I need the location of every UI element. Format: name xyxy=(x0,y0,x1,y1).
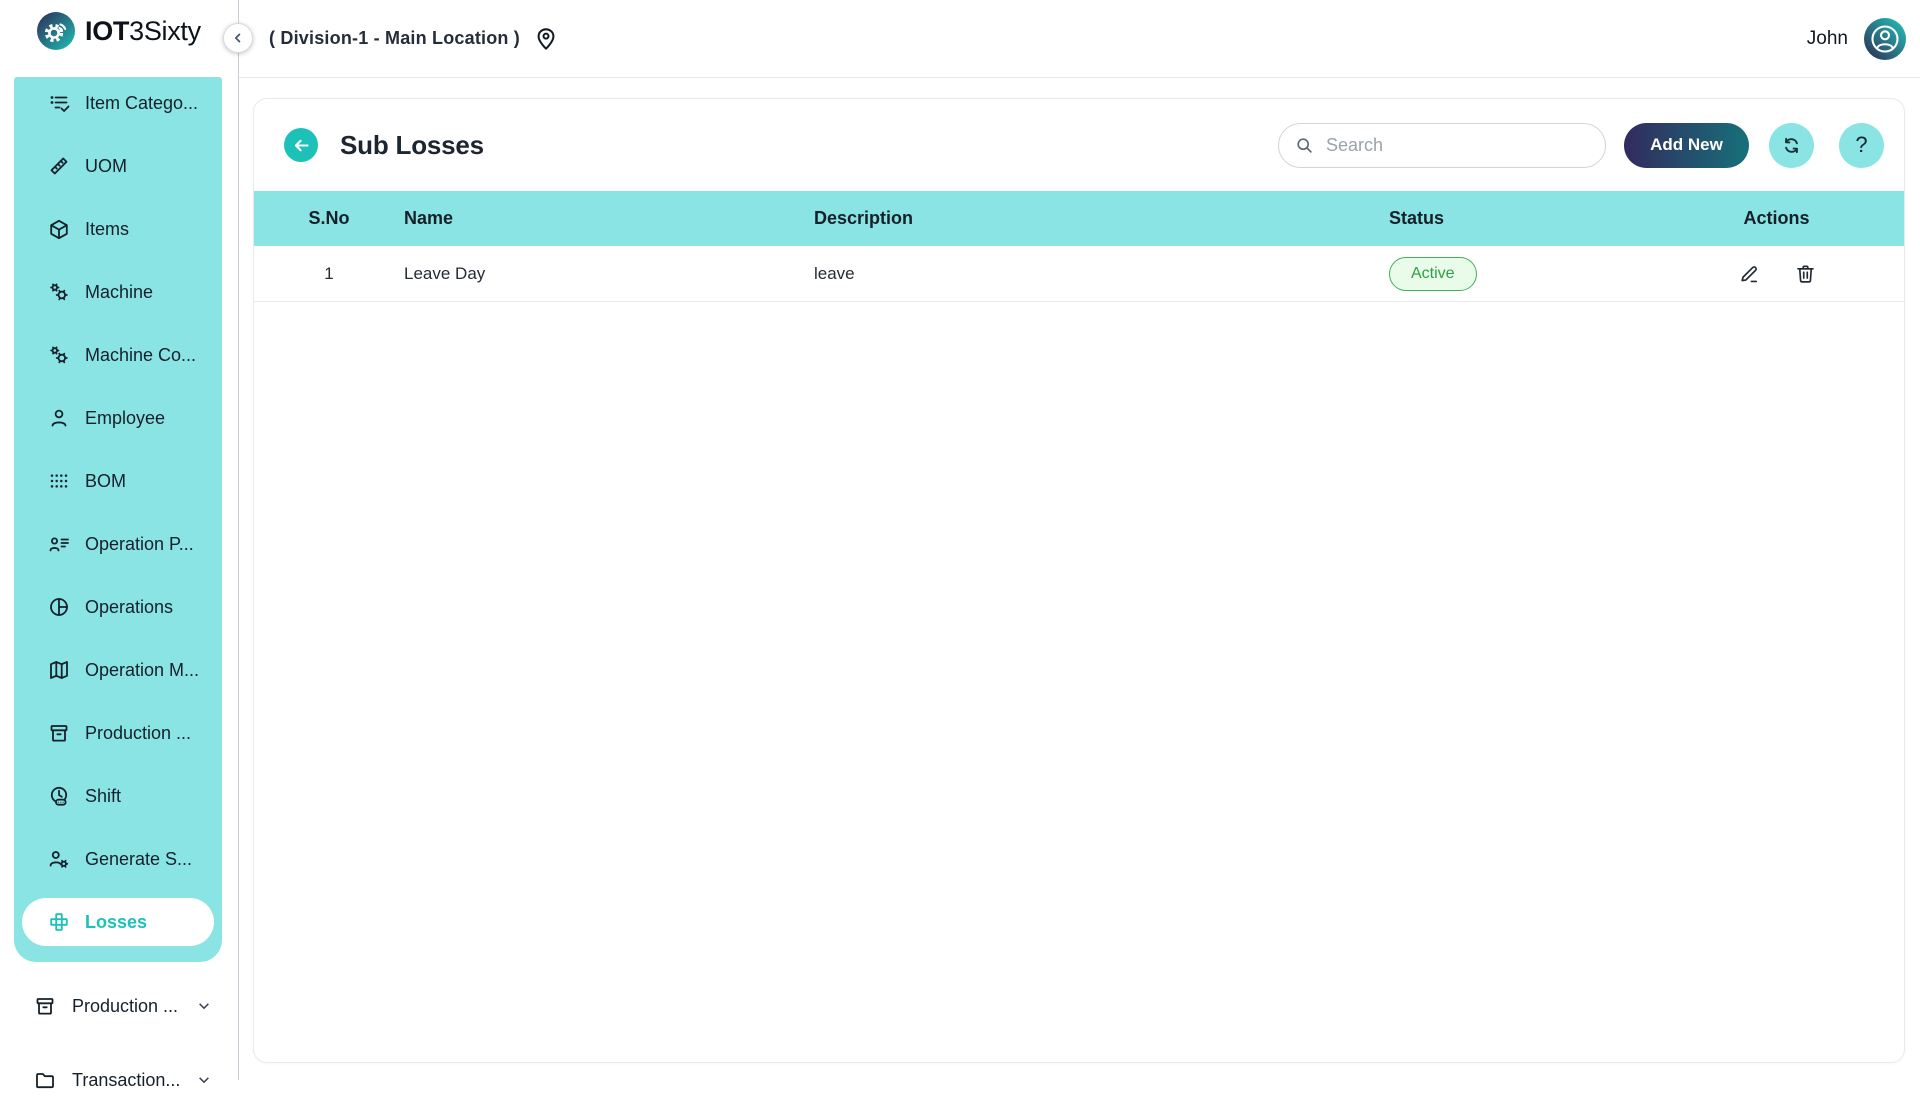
iot-gear-logo xyxy=(36,11,76,51)
refresh-button[interactable] xyxy=(1769,123,1814,168)
arrow-left-icon xyxy=(292,136,311,155)
sidebar-nav-panel: Item Catego... UOM Items Machine Machine… xyxy=(14,77,222,962)
help-button[interactable]: ? xyxy=(1839,123,1884,168)
sidebar-item[interactable]: Losses xyxy=(22,898,214,946)
archive-icon xyxy=(34,995,56,1017)
brand-name: IOT3Sixty xyxy=(85,16,201,47)
brand-logo: IOT3Sixty xyxy=(36,11,201,51)
ruler-icon xyxy=(48,155,70,177)
table-body: 1 Leave Day leave Active xyxy=(254,246,1904,302)
cell-status: Active xyxy=(1389,257,1649,291)
cell-description: leave xyxy=(814,264,1389,284)
search-input[interactable] xyxy=(1324,134,1589,157)
column-header-sno: S.No xyxy=(254,208,404,229)
sidebar-collapse-button[interactable] xyxy=(223,23,253,53)
cell-sno: 1 xyxy=(254,264,404,284)
user-name: John xyxy=(1807,28,1848,50)
topbar: ( Division-1 - Main Location ) John xyxy=(239,0,1920,78)
sidebar-item-label: Item Catego... xyxy=(85,93,198,114)
sidebar-item-label: Production ... xyxy=(85,723,191,744)
column-header-actions: Actions xyxy=(1649,208,1904,229)
sidebar-item-label: Operation P... xyxy=(85,534,194,555)
sidebar-bottom-item[interactable]: Transaction... xyxy=(0,1058,238,1102)
chevron-down-icon xyxy=(196,998,212,1014)
archive-icon xyxy=(48,722,70,744)
clock-icon xyxy=(48,785,70,807)
page-title: Sub Losses xyxy=(340,130,484,161)
sidebar-item-label: Machine xyxy=(85,282,153,303)
grid-dots-icon xyxy=(48,470,70,492)
sidebar-item[interactable]: BOM xyxy=(22,457,214,505)
sidebar-item[interactable]: Production ... xyxy=(22,709,214,757)
search-box[interactable] xyxy=(1278,123,1606,168)
sidebar-item[interactable]: Operation P... xyxy=(22,520,214,568)
user-menu[interactable]: John xyxy=(1807,17,1907,61)
table-header: S.No Name Description Status Actions xyxy=(254,191,1904,246)
sidebar-bottom-item-label: Production ... xyxy=(72,996,178,1017)
person-icon xyxy=(48,407,70,429)
blocks-icon xyxy=(48,911,70,933)
list-check-icon xyxy=(48,92,70,114)
sidebar-bottom-nav: Production ... Transaction... xyxy=(0,984,238,1102)
brand-name-rest: 3Sixty xyxy=(129,16,201,46)
folder-icon xyxy=(34,1069,56,1091)
sidebar-item[interactable]: Machine xyxy=(22,268,214,316)
sidebar-item[interactable]: Generate S... xyxy=(22,835,214,883)
sidebar-item-label: Generate S... xyxy=(85,849,192,870)
search-icon xyxy=(1295,136,1314,155)
person-gear-icon xyxy=(48,848,70,870)
cell-name: Leave Day xyxy=(404,264,814,284)
sidebar-item[interactable]: Employee xyxy=(22,394,214,442)
sidebar-item-label: Shift xyxy=(85,786,121,807)
sidebar-item[interactable]: Machine Co... xyxy=(22,331,214,379)
sidebar-item[interactable]: UOM xyxy=(22,142,214,190)
sidebar-item-label: BOM xyxy=(85,471,126,492)
sidebar-item-label: Machine Co... xyxy=(85,345,196,366)
edit-icon[interactable] xyxy=(1737,262,1760,285)
card-header: Sub Losses Add New ? xyxy=(254,99,1904,191)
gears-icon xyxy=(48,281,70,303)
sidebar-item-label: Items xyxy=(85,219,129,240)
sidebar-item-label: Employee xyxy=(85,408,165,429)
gears-icon xyxy=(48,344,70,366)
location-selector[interactable]: ( Division-1 - Main Location ) xyxy=(269,26,559,52)
user-avatar-icon[interactable] xyxy=(1863,17,1907,61)
status-badge: Active xyxy=(1389,257,1477,291)
table-row: 1 Leave Day leave Active xyxy=(254,246,1904,302)
column-header-description: Description xyxy=(814,208,1389,229)
map-icon xyxy=(48,659,70,681)
location-pin-icon xyxy=(533,26,559,52)
column-header-status: Status xyxy=(1389,208,1649,229)
brand-name-bold: IOT xyxy=(85,16,129,46)
sidebar-item[interactable]: Operations xyxy=(22,583,214,631)
sub-losses-card: Sub Losses Add New ? S.No Name Descripti… xyxy=(253,98,1905,1063)
box-icon xyxy=(48,218,70,240)
refresh-icon xyxy=(1780,134,1803,157)
sidebar-item[interactable]: Item Catego... xyxy=(22,79,214,127)
back-button[interactable] xyxy=(284,128,318,162)
cell-actions xyxy=(1649,262,1904,285)
column-header-name: Name xyxy=(404,208,814,229)
sidebar-item-label: Operation M... xyxy=(85,660,199,681)
sidebar: IOT3Sixty Item Catego... UOM Items Machi… xyxy=(0,0,239,1080)
sidebar-item-label: Operations xyxy=(85,597,173,618)
sidebar-item-label: UOM xyxy=(85,156,127,177)
chevron-left-icon xyxy=(230,30,246,46)
sidebar-bottom-item-label: Transaction... xyxy=(72,1070,180,1091)
sidebar-bottom-item[interactable]: Production ... xyxy=(0,984,238,1028)
sidebar-item[interactable]: Operation M... xyxy=(22,646,214,694)
chevron-down-icon xyxy=(196,1072,212,1088)
sidebar-item[interactable]: Items xyxy=(22,205,214,253)
person-list-icon xyxy=(48,533,70,555)
add-new-button[interactable]: Add New xyxy=(1624,123,1749,168)
delete-icon[interactable] xyxy=(1794,262,1817,285)
pie-icon xyxy=(48,596,70,618)
sidebar-item-label: Losses xyxy=(85,912,147,933)
sidebar-item[interactable]: Shift xyxy=(22,772,214,820)
location-label: ( Division-1 - Main Location ) xyxy=(269,28,520,49)
